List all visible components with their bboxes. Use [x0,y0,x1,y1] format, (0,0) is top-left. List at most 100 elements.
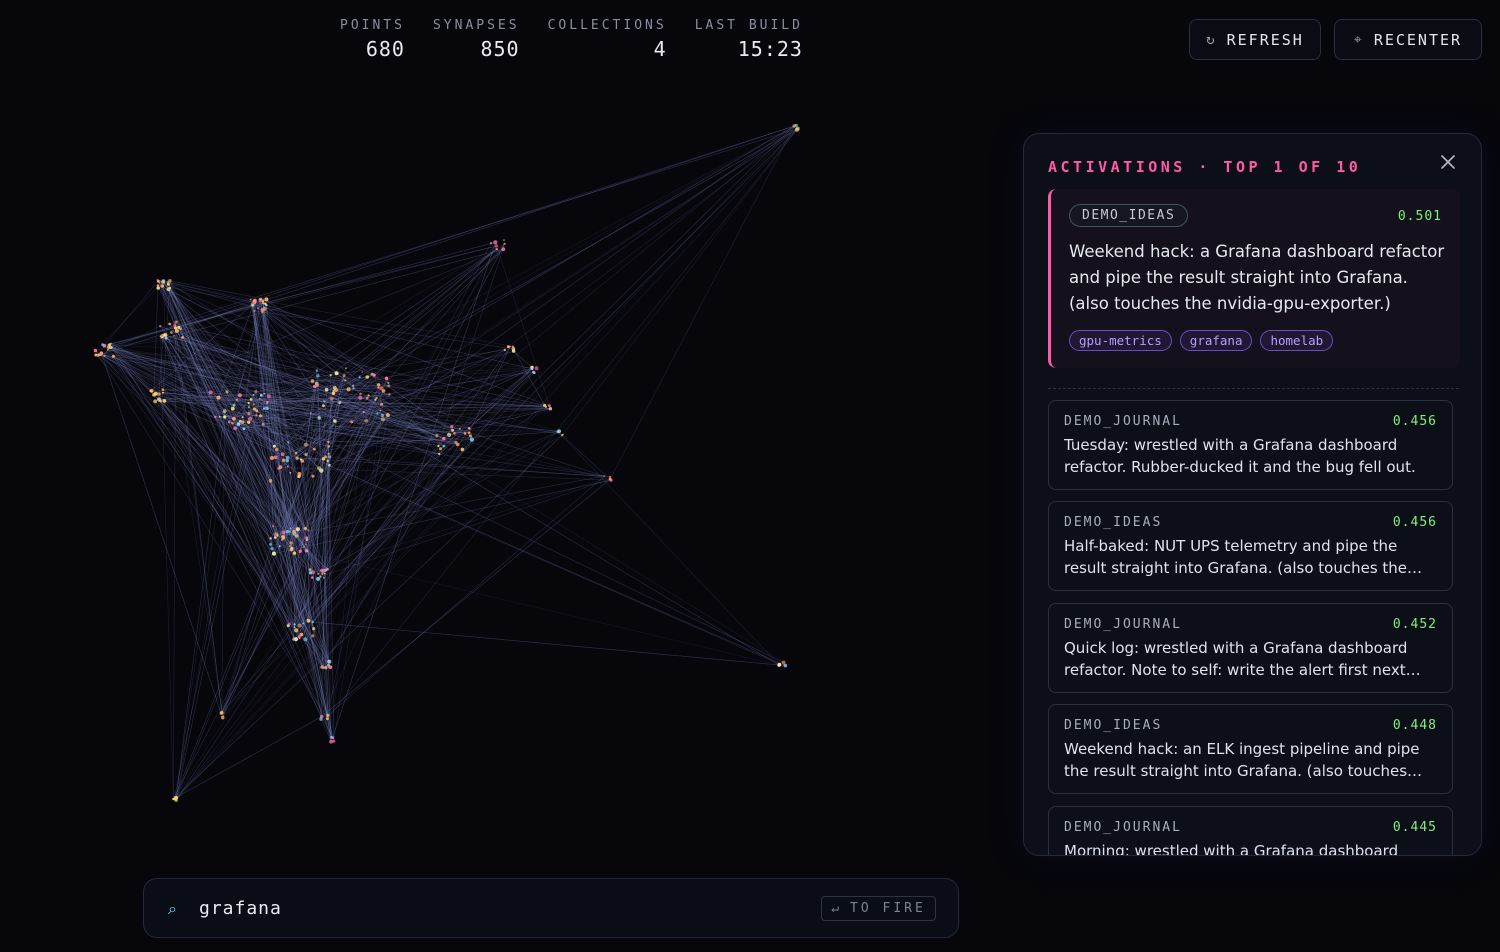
graph-node[interactable] [453,432,456,435]
graph-node[interactable] [468,434,473,438]
graph-node[interactable] [468,427,471,430]
graph-node[interactable] [503,348,506,352]
graph-node[interactable] [352,387,355,390]
graph-node[interactable] [258,414,263,418]
graph-node[interactable] [534,366,539,371]
graph-node[interactable] [328,463,331,467]
graph-node[interactable] [501,247,506,252]
graph-node[interactable] [358,376,361,379]
graph-node[interactable] [352,384,355,387]
graph-node[interactable] [252,407,257,411]
graph-node[interactable] [311,576,314,579]
graph-node[interactable] [292,551,297,555]
graph-node[interactable] [223,415,226,418]
graph-node[interactable] [305,543,307,546]
graph-node[interactable] [149,389,152,393]
graph-node[interactable] [237,393,242,398]
graph-node[interactable] [315,383,319,387]
graph-node[interactable] [294,534,299,538]
graph-node[interactable] [271,551,276,556]
graph-node[interactable] [358,395,363,400]
graph-node[interactable] [161,336,164,339]
graph-node[interactable] [329,739,333,744]
graph-node[interactable] [310,379,315,383]
graph-node[interactable] [319,575,322,578]
graph-node[interactable] [274,532,279,537]
graph-node[interactable] [94,353,98,357]
graph-node[interactable] [281,530,286,535]
graph-node[interactable] [281,535,285,539]
graph-node[interactable] [317,466,322,471]
close-icon[interactable] [1438,152,1458,172]
tag-chip[interactable]: homelab [1260,330,1334,351]
graph-node[interactable] [350,420,354,424]
graph-node[interactable] [173,335,175,337]
graph-node[interactable] [103,354,106,357]
graph-node[interactable] [286,465,289,468]
graph-node[interactable] [323,576,325,579]
graph-node[interactable] [273,455,278,460]
graph-node[interactable] [532,371,536,374]
graph-node[interactable] [380,413,385,418]
graph-node[interactable] [252,403,255,406]
graph-node[interactable] [233,426,238,431]
graph-node[interactable] [295,456,299,460]
graph-node[interactable] [159,324,162,328]
graph-node[interactable] [329,397,334,401]
graph-node[interactable] [257,307,259,309]
graph-node[interactable] [235,398,238,401]
graph-node[interactable] [543,403,547,407]
graph-node[interactable] [293,623,296,626]
graph-node[interactable] [324,387,329,392]
graph-node[interactable] [362,410,365,414]
graph-node[interactable] [230,406,235,411]
graph-node[interactable] [315,369,319,372]
graph-node[interactable] [306,550,309,553]
graph-node[interactable] [259,297,262,301]
graph-node[interactable] [161,279,166,284]
graph-node[interactable] [236,422,241,426]
graph-node[interactable] [320,568,324,573]
graph-node[interactable] [304,453,308,457]
graph-node[interactable] [222,409,227,414]
graph-node[interactable] [255,414,258,417]
graph-node[interactable] [345,367,347,370]
graph-node[interactable] [270,456,274,460]
graph-node[interactable] [174,320,178,324]
graph-node[interactable] [311,634,315,638]
graph-node[interactable] [168,322,171,326]
graph-node[interactable] [467,431,471,435]
graph-node[interactable] [164,336,168,340]
graph-node[interactable] [156,397,162,402]
graph-node[interactable] [269,537,272,540]
graph-node[interactable] [328,455,332,459]
graph-node[interactable] [219,415,221,418]
graph-node[interactable] [530,367,534,370]
tag-chip[interactable]: grafana [1179,330,1253,351]
graph-node[interactable] [93,348,98,353]
graph-node[interactable] [295,527,300,532]
graph-node[interactable] [156,284,160,287]
graph-node[interactable] [303,442,308,447]
graph-node[interactable] [327,452,330,455]
graph-node[interactable] [312,627,316,631]
graph-node[interactable] [451,428,455,432]
graph-node[interactable] [289,545,292,548]
graph-node[interactable] [179,327,182,330]
graph-node[interactable] [162,399,167,403]
result-card[interactable]: DEMO_JOURNAL 0.456 Tuesday: wrestled wit… [1048,400,1453,490]
graph-node[interactable] [289,541,293,545]
graph-node[interactable] [289,527,292,530]
graph-node[interactable] [299,632,304,637]
graph-node[interactable] [263,392,266,395]
graph-node[interactable] [308,568,312,572]
graph-node[interactable] [313,384,317,389]
graph-node[interactable] [307,529,310,532]
graph-node[interactable] [489,242,493,245]
graph-node[interactable] [438,452,441,455]
graph-node[interactable] [439,447,442,451]
graph-node[interactable] [293,626,296,629]
graph-node[interactable] [278,465,283,470]
top-activation-card[interactable]: DEMO_IDEAS 0.501 Weekend hack: a Grafana… [1048,189,1460,368]
graph-node[interactable] [385,412,390,417]
